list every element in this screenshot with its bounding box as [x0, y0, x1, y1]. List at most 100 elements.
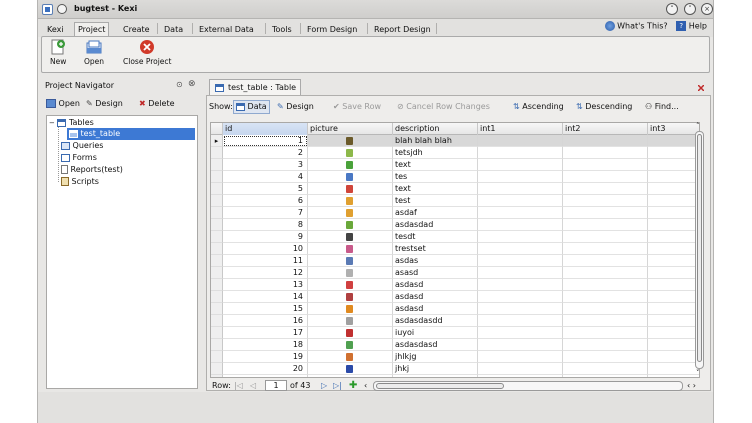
vertical-scroll-thumb[interactable] — [697, 134, 702, 362]
description-cell[interactable]: blah blah blah — [393, 135, 478, 147]
document-tab[interactable]: test_table : Table — [209, 79, 301, 95]
int1-cell[interactable] — [478, 195, 563, 207]
id-cell[interactable]: 1 — [223, 135, 308, 147]
save-row-button[interactable]: ✔ Save Row — [333, 101, 381, 113]
int1-cell[interactable] — [478, 147, 563, 159]
int2-cell[interactable] — [563, 171, 648, 183]
description-cell[interactable]: asdas — [393, 255, 478, 267]
description-cell[interactable]: asdasd — [393, 303, 478, 315]
window-menu-icon[interactable] — [57, 4, 67, 14]
int1-cell[interactable] — [478, 267, 563, 279]
tab-form-design[interactable]: Form Design — [303, 22, 361, 36]
picture-cell[interactable] — [308, 219, 393, 231]
row-header[interactable] — [211, 315, 223, 327]
description-cell[interactable]: asdaf — [393, 207, 478, 219]
id-cell[interactable]: 15 — [223, 303, 308, 315]
next-record-icon[interactable]: ▷ — [321, 380, 327, 392]
vertical-scrollbar[interactable]: ˄ ˅ — [694, 122, 705, 378]
table-row[interactable]: 3 text — [211, 159, 699, 171]
row-header[interactable] — [211, 231, 223, 243]
picture-cell[interactable] — [308, 303, 393, 315]
picture-cell[interactable] — [308, 183, 393, 195]
id-cell[interactable]: 3 — [223, 159, 308, 171]
table-row[interactable]: 6 test — [211, 195, 699, 207]
row-header[interactable] — [211, 363, 223, 375]
row-header[interactable] — [211, 171, 223, 183]
int3-cell[interactable] — [648, 327, 699, 339]
navigator-design-button[interactable]: ✎ Design — [86, 98, 123, 110]
int2-cell[interactable] — [563, 147, 648, 159]
table-row[interactable]: 11 asdas — [211, 255, 699, 267]
description-cell[interactable]: tes — [393, 171, 478, 183]
column-header-description[interactable]: description — [393, 123, 478, 135]
int1-cell[interactable] — [478, 303, 563, 315]
row-header[interactable] — [211, 267, 223, 279]
row-header[interactable] — [211, 207, 223, 219]
picture-cell[interactable] — [308, 339, 393, 351]
close-window-icon[interactable]: × — [701, 3, 713, 15]
kexi-app-icon[interactable] — [42, 4, 53, 15]
int2-cell[interactable] — [563, 351, 648, 363]
id-cell[interactable]: 20 — [223, 363, 308, 375]
row-header[interactable] — [211, 159, 223, 171]
id-cell[interactable]: 2 — [223, 147, 308, 159]
int3-cell[interactable] — [648, 315, 699, 327]
description-cell[interactable]: tesdt — [393, 231, 478, 243]
int3-cell[interactable] — [648, 147, 699, 159]
picture-cell[interactable] — [308, 375, 393, 377]
int3-cell[interactable] — [648, 135, 699, 147]
table-row[interactable]: 12 asasd — [211, 267, 699, 279]
int2-cell[interactable] — [563, 267, 648, 279]
description-cell[interactable]: asasd — [393, 267, 478, 279]
table-row[interactable]: 10 trestset — [211, 243, 699, 255]
navigator-pin-icon[interactable]: ⊙ — [176, 80, 183, 89]
int3-cell[interactable] — [648, 231, 699, 243]
int1-cell[interactable] — [478, 183, 563, 195]
int1-cell[interactable] — [478, 231, 563, 243]
new-button[interactable]: New — [50, 39, 66, 66]
int3-cell[interactable] — [648, 243, 699, 255]
row-header[interactable] — [211, 183, 223, 195]
int3-cell[interactable] — [648, 303, 699, 315]
tree-reports[interactable]: Reports(test) — [61, 164, 123, 176]
int3-cell[interactable] — [648, 219, 699, 231]
picture-cell[interactable] — [308, 291, 393, 303]
int2-cell[interactable] — [563, 135, 648, 147]
id-cell[interactable]: 14 — [223, 291, 308, 303]
int3-cell[interactable] — [648, 363, 699, 375]
description-cell[interactable]: asdasdad — [393, 219, 478, 231]
picture-cell[interactable] — [308, 243, 393, 255]
description-cell[interactable]: jhkj — [393, 363, 478, 375]
table-row[interactable]: 7 asdaf — [211, 207, 699, 219]
tree-queries[interactable]: Queries — [61, 140, 103, 152]
row-header[interactable] — [211, 147, 223, 159]
int1-cell[interactable] — [478, 207, 563, 219]
int1-cell[interactable] — [478, 291, 563, 303]
picture-cell[interactable] — [308, 363, 393, 375]
description-cell[interactable]: trestset — [393, 243, 478, 255]
new-record-icon[interactable]: ✚ — [349, 380, 357, 391]
int2-cell[interactable] — [563, 363, 648, 375]
id-cell[interactable]: 8 — [223, 219, 308, 231]
column-header-id[interactable]: id — [223, 123, 308, 135]
table-row[interactable]: 4 tes — [211, 171, 699, 183]
int1-cell[interactable] — [478, 375, 563, 377]
picture-cell[interactable] — [308, 147, 393, 159]
id-cell[interactable]: 16 — [223, 315, 308, 327]
int2-cell[interactable] — [563, 255, 648, 267]
int2-cell[interactable] — [563, 159, 648, 171]
tab-data[interactable]: Data — [160, 22, 187, 36]
id-cell[interactable]: 6 — [223, 195, 308, 207]
description-cell[interactable]: jhlkjg — [393, 351, 478, 363]
description-cell[interactable] — [393, 375, 478, 377]
description-cell[interactable]: test — [393, 195, 478, 207]
find-button[interactable]: ⚇ Find... — [645, 101, 679, 113]
tab-external-data[interactable]: External Data — [195, 22, 258, 36]
navigator-close-icon[interactable]: ⊗ — [188, 79, 196, 89]
row-header[interactable] — [211, 303, 223, 315]
table-row[interactable]: 8 asdasdad — [211, 219, 699, 231]
table-row[interactable]: 21 — [211, 375, 699, 377]
id-cell[interactable]: 11 — [223, 255, 308, 267]
int1-cell[interactable] — [478, 171, 563, 183]
horizontal-scrollbar[interactable] — [373, 381, 683, 391]
